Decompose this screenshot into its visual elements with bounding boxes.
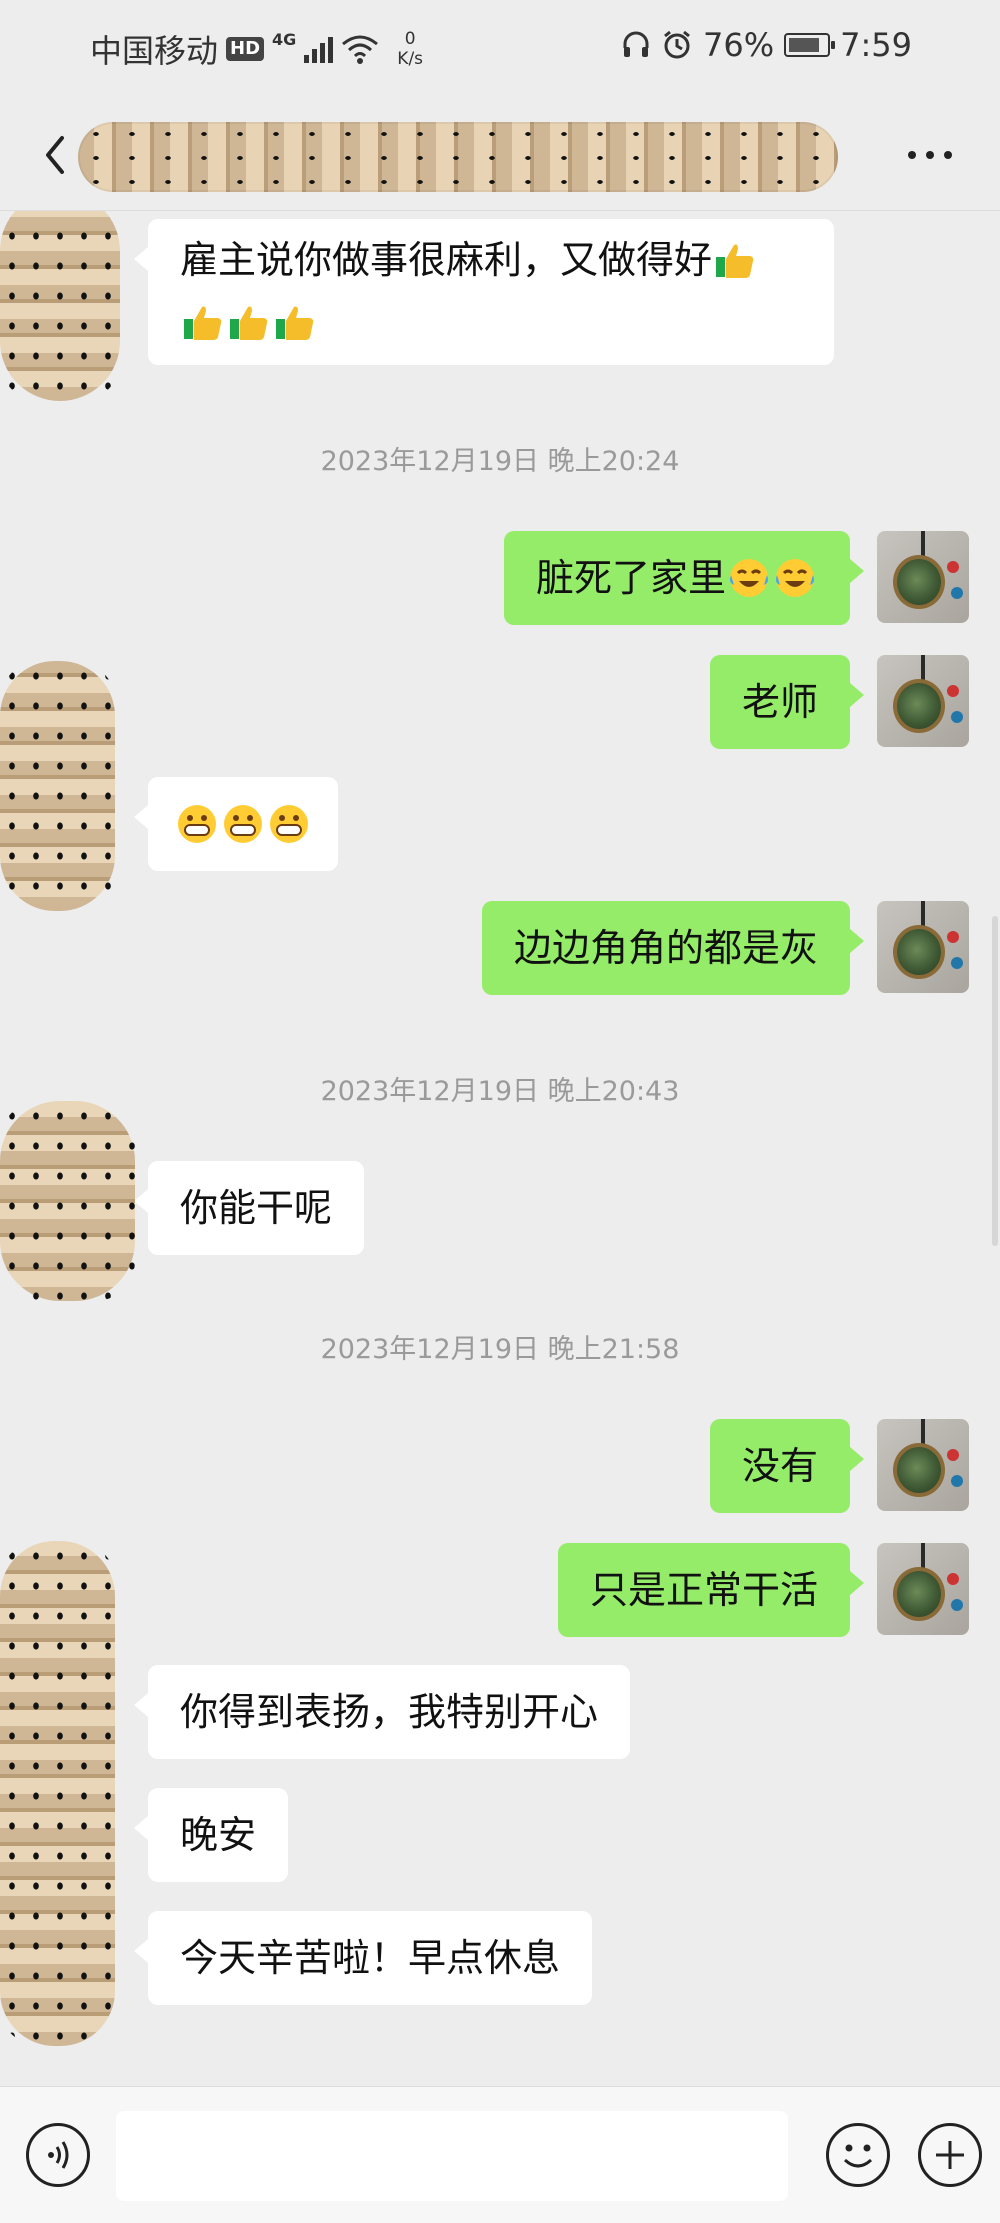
grinning-face-icon xyxy=(270,805,308,843)
timestamp: 2023年12月19日 晚上20:24 xyxy=(320,446,680,477)
status-left: 中国移动 HD 4G 0 K/s xyxy=(90,26,423,72)
speed-value: 0 xyxy=(404,29,416,49)
message-text: 你得到表扬，我特别开心 xyxy=(180,1690,599,1734)
message-bubble-outgoing[interactable]: 没有 xyxy=(709,1419,865,1513)
message-text: 没有 xyxy=(741,1444,818,1488)
battery-percent: 76% xyxy=(703,26,775,64)
message-bubble-outgoing[interactable]: 只是正常干活 xyxy=(557,1543,865,1637)
my-avatar[interactable] xyxy=(877,655,969,747)
signal-icon xyxy=(304,35,334,63)
grinning-face-icon xyxy=(178,805,216,843)
chat-area[interactable]: 雇主说你做事很麻利，又做得好 2023年12月19日 晚上20:24 脏死了家里… xyxy=(0,211,1000,2086)
input-bar xyxy=(0,2086,1000,2223)
thumbs-up-icon xyxy=(276,306,314,340)
scrollbar[interactable] xyxy=(992,916,998,1246)
avatar-mosaic xyxy=(0,1101,135,1301)
message-input[interactable] xyxy=(116,2111,788,2201)
voice-icon[interactable] xyxy=(26,2123,90,2187)
message-bubble-outgoing[interactable]: 老师 xyxy=(709,655,865,749)
battery-icon xyxy=(784,33,836,57)
message-text: 晚安 xyxy=(180,1813,257,1857)
message-bubble-incoming[interactable]: 晚安 xyxy=(133,1788,289,1882)
my-avatar[interactable] xyxy=(877,901,969,993)
avatar-mosaic xyxy=(0,1541,115,2046)
timestamp: 2023年12月19日 晚上21:58 xyxy=(320,1334,680,1365)
message-text: 只是正常干活 xyxy=(589,1568,818,1612)
speed-unit: K/s xyxy=(397,49,424,69)
thumbs-up-icon xyxy=(716,244,754,278)
grinning-face-icon xyxy=(224,805,262,843)
network-type: 4G xyxy=(272,29,297,49)
message-bubble-incoming[interactable]: 今天辛苦啦！早点休息 xyxy=(133,1911,593,2005)
message-text: 雇主说你做事很麻利，又做得好 xyxy=(180,238,713,282)
status-bar: 中国移动 HD 4G 0 K/s 76% 7:59 xyxy=(0,0,1000,100)
thumbs-up-icon xyxy=(230,306,268,340)
message-bubble-incoming[interactable]: 雇主说你做事很麻利，又做得好 xyxy=(134,219,834,365)
avatar-mosaic xyxy=(0,661,115,911)
message-bubble-incoming[interactable] xyxy=(134,777,338,871)
timestamp: 2023年12月19日 晚上20:43 xyxy=(320,1076,680,1107)
contact-name-mosaic xyxy=(78,122,838,192)
message-bubble-outgoing[interactable]: 脏死了家里 xyxy=(503,531,865,625)
chat-header xyxy=(0,100,1000,211)
face-with-tears-of-joy-icon xyxy=(730,559,768,597)
message-bubble-incoming[interactable]: 你得到表扬，我特别开心 xyxy=(133,1665,631,1759)
my-avatar[interactable] xyxy=(877,531,969,623)
message-text: 老师 xyxy=(741,680,818,724)
smiley-icon[interactable] xyxy=(826,2123,890,2187)
network-speed: 0 K/s xyxy=(397,29,423,69)
message-text: 边边角角的都是灰 xyxy=(513,926,818,970)
message-bubble-incoming[interactable]: 你能干呢 xyxy=(133,1161,365,1255)
message-bubble-outgoing[interactable]: 边边角角的都是灰 xyxy=(481,901,865,995)
headphones-icon xyxy=(623,31,649,57)
my-avatar[interactable] xyxy=(877,1543,969,1635)
plus-icon[interactable] xyxy=(918,2123,982,2187)
message-text: 你能干呢 xyxy=(180,1186,333,1230)
carrier-label: 中国移动 xyxy=(90,32,219,70)
thumbs-up-icon xyxy=(184,306,222,340)
more-icon[interactable] xyxy=(900,140,960,170)
avatar-mosaic xyxy=(0,211,120,401)
hd-badge: HD xyxy=(226,37,265,61)
message-text: 脏死了家里 xyxy=(535,556,726,600)
face-with-tears-of-joy-icon xyxy=(776,559,814,597)
alarm-icon xyxy=(664,30,690,59)
wifi-icon xyxy=(342,35,379,64)
clock: 7:59 xyxy=(840,26,912,64)
status-right: 76% 7:59 xyxy=(621,26,912,64)
my-avatar[interactable] xyxy=(877,1419,969,1511)
chevron-left-icon[interactable] xyxy=(36,130,76,180)
message-text: 今天辛苦啦！早点休息 xyxy=(180,1936,561,1980)
